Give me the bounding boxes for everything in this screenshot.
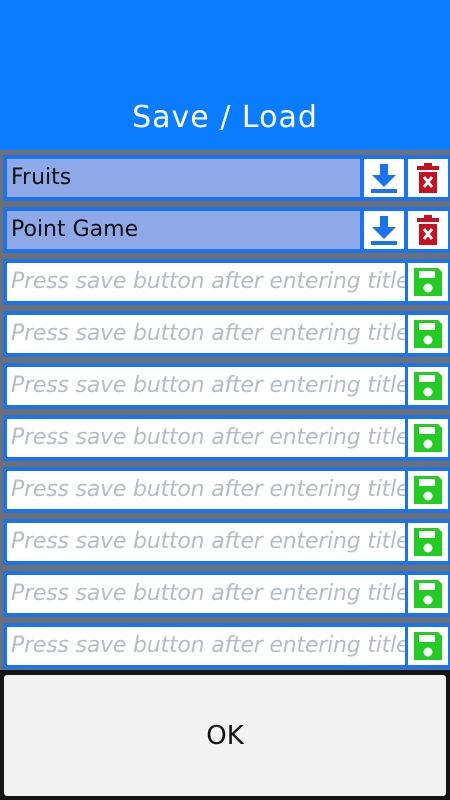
save-button[interactable]: [408, 263, 448, 301]
slot-title-input[interactable]: Press save button after entering title: [7, 471, 405, 509]
save-slot-row: Press save button after entering title: [3, 415, 450, 461]
delete-button[interactable]: [408, 159, 448, 197]
slot-title-input[interactable]: Press save button after entering title: [7, 263, 405, 301]
save-button[interactable]: [408, 627, 448, 665]
save-slot-row: Press save button after entering title: [3, 363, 450, 409]
ok-button[interactable]: OK: [4, 675, 446, 796]
save-button[interactable]: [408, 419, 448, 457]
slot-title-input[interactable]: Press save button after entering title: [7, 315, 405, 353]
delete-button[interactable]: [408, 211, 448, 249]
save-button[interactable]: [408, 471, 448, 509]
slot-title-input[interactable]: Press save button after entering title: [7, 627, 405, 665]
slot-title-input[interactable]: Press save button after entering title: [7, 523, 405, 561]
floppy-disk-icon: [414, 424, 442, 452]
slot-title-input[interactable]: Press save button after entering title: [7, 367, 405, 405]
slot-title-input[interactable]: Press save button after entering title: [7, 419, 405, 457]
floppy-disk-icon: [414, 320, 442, 348]
save-slot-row: Press save button after entering title: [3, 571, 450, 617]
save-slot-row: Press save button after entering title: [3, 311, 450, 357]
save-button[interactable]: [408, 367, 448, 405]
floppy-disk-icon: [414, 372, 442, 400]
footer-bar: OK: [0, 670, 450, 800]
save-slot-row: Press save button after entering title: [3, 467, 450, 513]
floppy-disk-icon: [414, 476, 442, 504]
download-icon: [371, 216, 397, 245]
floppy-disk-icon: [414, 268, 442, 296]
trash-icon: [417, 163, 439, 193]
load-button[interactable]: [364, 159, 404, 197]
slot-list: Fruits Point Game Press save button afte…: [0, 150, 450, 670]
slot-title-field[interactable]: Fruits: [7, 159, 360, 197]
save-button[interactable]: [408, 575, 448, 613]
save-slot-row: Press save button after entering title: [3, 623, 450, 669]
save-slot-row: Fruits: [3, 155, 450, 201]
load-button[interactable]: [364, 211, 404, 249]
slot-title-field[interactable]: Point Game: [7, 211, 360, 249]
save-button[interactable]: [408, 315, 448, 353]
floppy-disk-icon: [414, 632, 442, 660]
slot-title-input[interactable]: Press save button after entering title: [7, 575, 405, 613]
download-icon: [371, 164, 397, 193]
save-slot-row: Press save button after entering title: [3, 519, 450, 565]
floppy-disk-icon: [414, 580, 442, 608]
save-slot-row: Point Game: [3, 207, 450, 253]
save-slot-row: Press save button after entering title: [3, 259, 450, 305]
header-bar: Save / Load: [0, 0, 450, 150]
save-button[interactable]: [408, 523, 448, 561]
trash-icon: [417, 215, 439, 245]
floppy-disk-icon: [414, 528, 442, 556]
dialog-title: Save / Load: [132, 100, 318, 135]
